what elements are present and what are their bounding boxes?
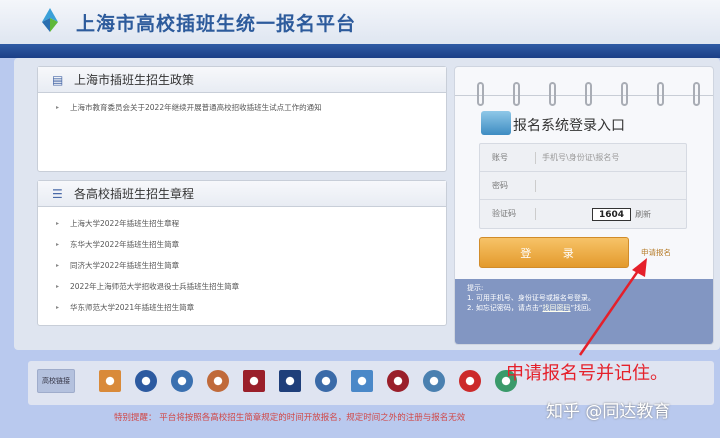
annotation-text: 申请报名号并记住。 xyxy=(506,363,668,384)
watermark: 知乎 @同达教育 xyxy=(546,402,671,422)
